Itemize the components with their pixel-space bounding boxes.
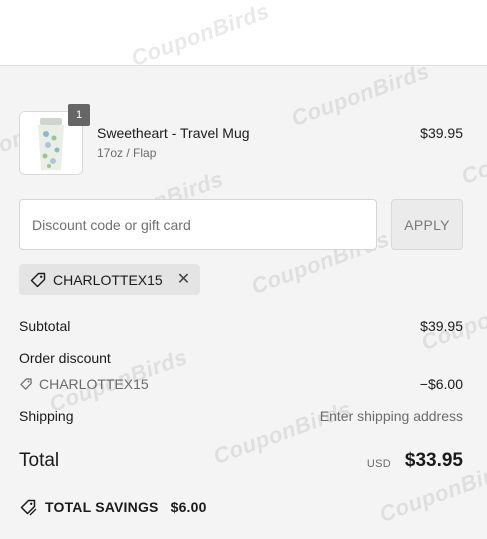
close-icon[interactable]: ✕	[177, 271, 190, 288]
applied-code-label: CHARLOTTEX15	[53, 271, 163, 288]
total-savings: TOTAL SAVINGS $6.00	[19, 498, 207, 516]
apply-button[interactable]: APPLY	[391, 199, 463, 250]
top-bar	[0, 0, 487, 66]
product-variant: 17oz / Flap	[97, 146, 157, 160]
discount-code-row: CHARLOTTEX15	[19, 376, 149, 392]
total-amount: $33.95	[404, 450, 463, 471]
tag-icon	[29, 271, 47, 289]
subtotal-label: Subtotal	[19, 318, 71, 334]
total-label: Total	[19, 450, 60, 471]
tag-icon	[19, 377, 33, 391]
product-name: Sweetheart - Travel Mug	[97, 125, 250, 141]
applied-discount-chip: CHARLOTTEX15 ✕	[19, 264, 201, 295]
discount-code-input[interactable]	[19, 199, 377, 250]
shipping-label: Shipping	[19, 408, 74, 424]
total-savings-value: $6.00	[170, 499, 207, 515]
watermark: CouponBirds	[287, 58, 433, 132]
total-savings-label: TOTAL SAVINGS	[45, 499, 159, 515]
quantity-badge: 1	[68, 104, 90, 126]
tag-icon	[19, 498, 37, 516]
subtotal-value: $39.95	[420, 318, 463, 334]
product-price: $39.95	[420, 125, 463, 141]
total-currency: USD	[366, 458, 391, 470]
shipping-value: Enter shipping address	[319, 408, 463, 424]
order-discount-label: Order discount	[19, 350, 111, 366]
discount-value: −$6.00	[419, 376, 463, 392]
discount-code-text: CHARLOTTEX15	[39, 376, 149, 392]
